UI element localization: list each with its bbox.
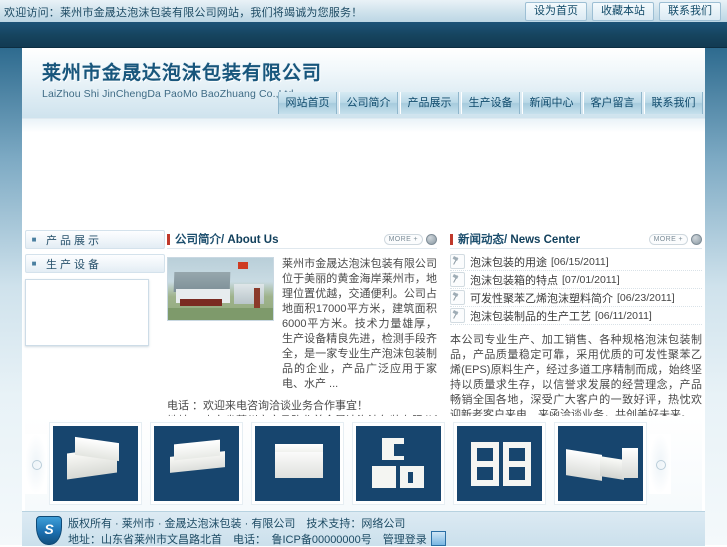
news-description: 本公司专业生产、加工销售、各种规格泡沫包装制品，产品质量稳定可靠，采用优质的可发… [450,334,702,421]
navy-divider-strip [0,22,727,48]
about-panel: 公司简介/ About Us MORE + 莱州市金晟达泡沫包装有限公司位于美丽… [167,230,437,429]
news-list-item[interactable]: 可发性聚苯乙烯泡沫塑料简介 [06/23/2011] [450,289,702,307]
footer-text: 版权所有 · 莱州市 · 金晟达泡沫包装 · 有限公司 技术支持：网络公司 地址… [68,517,697,547]
flag-icon [238,262,248,269]
sidebar-image-box [25,279,149,346]
product-image [154,426,239,501]
product-card[interactable] [49,422,142,505]
photo-post [254,288,260,310]
news-panel-header: 新闻动态/ News Center MORE + [450,230,702,249]
product-carousel [25,416,702,511]
news-item-date: [06/23/2011] [617,291,675,304]
news-title-cn: 新闻动态 [458,234,504,246]
bullet-icon: ■ [31,258,37,268]
nav-item-home[interactable]: 网站首页 [278,92,337,114]
page-background: 莱州市金晟达泡沫包装有限公司 LaiZhou Shi JinChengDa Pa… [0,48,727,546]
news-item-title: 泡沫包装制品的生产工艺 [470,310,591,323]
news-panel: 新闻动态/ News Center MORE + 泡沫包装的用途 [06/15/… [450,230,702,423]
about-more-button[interactable]: MORE + [383,233,437,245]
logo-pinyin-name: LaiZhou Shi JinChengDa PaoMo BaoZhuang C… [42,88,297,100]
about-title-cn: 公司简介 [175,234,221,246]
sidebar-item-label: 生产设备 [46,258,102,271]
add-favorite-button[interactable]: 收藏本站 [592,2,654,21]
banner-area [22,118,705,231]
news-list: 泡沫包装的用途 [06/15/2011] 泡沫包装箱的特点 [07/01/201… [450,253,702,325]
content-area: ■ 产品展示 ■ 生产设备 公司简介/ About Us MORE + 莱州市金… [22,230,705,427]
about-body: 莱州市金晟达泡沫包装有限公司位于美丽的黄金海岸莱州市，地理位置优越，交通便利。公… [167,257,437,392]
accent-bar [167,233,170,245]
footer-icp-text: 地址：山东省莱州市文昌路北首 电话： 鲁ICP备00000000号 管理登录 [68,534,427,546]
welcome-text: 欢迎访问：莱州市金晟达泡沫包装有限公司网站，我们将竭诚为您服务！ [4,7,363,19]
carousel-next-button[interactable] [649,433,671,494]
news-item-date: [06/11/2011] [595,309,652,322]
product-image [457,426,542,501]
sidebar-item-label: 产品展示 [46,234,102,247]
contact-us-button[interactable]: 联系我们 [659,2,721,21]
news-list-item[interactable]: 泡沫包装的用途 [06/15/2011] [450,253,702,271]
police-badge-icon[interactable] [430,531,446,546]
footer-copyright: 版权所有 · 莱州市 · 金晟达泡沫包装 · 有限公司 技术支持：网络公司 [68,518,406,530]
top-utility-bar: 欢迎访问：莱州市金晟达泡沫包装有限公司网站，我们将竭诚为您服务！ 设为首页 收藏… [0,0,727,23]
product-image [255,426,340,501]
page-container: 莱州市金晟达泡沫包装有限公司 LaiZhou Shi JinChengDa Pa… [22,48,705,546]
news-list-item[interactable]: 泡沫包装箱的特点 [07/01/2011] [450,271,702,289]
product-image [356,426,441,501]
product-list [47,422,649,505]
factory-photo [167,257,274,321]
about-title-en: About Us [227,234,279,246]
more-label: MORE + [383,233,423,245]
site-logo[interactable]: 莱州市金晟达泡沫包装有限公司 LaiZhou Shi JinChengDa Pa… [42,58,323,100]
logo-chinese-name: 莱州市金晟达泡沫包装有限公司 [42,62,323,84]
news-list-item[interactable]: 泡沫包装制品的生产工艺 [06/11/2011] [450,307,702,325]
nav-item-guestbook[interactable]: 客户留言 [583,92,642,114]
news-more-button[interactable]: MORE + [648,233,702,245]
carousel-prev-button[interactable] [25,433,47,494]
shield-icon [36,516,62,545]
site-header: 莱州市金晟达泡沫包装有限公司 LaiZhou Shi JinChengDa Pa… [22,48,705,118]
news-item-title: 泡沫包装的用途 [470,256,547,269]
sidebar-item-equipment[interactable]: ■ 生产设备 [25,254,165,273]
product-image [558,426,643,501]
more-label: MORE + [648,233,688,245]
site-footer: 版权所有 · 莱州市 · 金晟达泡沫包装 · 有限公司 技术支持：网络公司 地址… [22,511,705,546]
main-navigation: 网站首页 公司简介 产品展示 生产设备 新闻中心 客户留言 联系我们 [278,92,703,114]
pin-icon [450,308,465,323]
news-item-title: 泡沫包装箱的特点 [470,274,558,287]
photo-sign [180,299,222,306]
top-links: 设为首页 收藏本站 联系我们 [525,2,721,21]
photo-ground [168,308,273,320]
about-text: 莱州市金晟达泡沫包装有限公司位于美丽的黄金海岸莱州市，地理位置优越，交通便利。公… [282,258,437,390]
news-title-en: News Center [510,234,581,246]
about-panel-header: 公司简介/ About Us MORE + [167,230,437,249]
sidebar-item-products[interactable]: ■ 产品展示 [25,230,165,249]
news-item-title: 可发性聚苯乙烯泡沫塑料简介 [470,292,613,305]
sidebar: ■ 产品展示 ■ 生产设备 [25,230,165,346]
nav-item-products[interactable]: 产品展示 [400,92,459,114]
news-item-date: [06/15/2011] [551,255,609,268]
product-image [53,426,138,501]
pin-icon [450,290,465,305]
about-panel-title: 公司简介/ About Us [175,231,279,247]
nav-item-news[interactable]: 新闻中心 [522,92,581,114]
product-card[interactable] [453,422,546,505]
nav-item-contact[interactable]: 联系我们 [644,92,703,114]
accent-bar [450,233,453,245]
nav-item-about[interactable]: 公司简介 [339,92,398,114]
product-card[interactable] [251,422,344,505]
product-card[interactable] [554,422,647,505]
pin-icon [450,254,465,269]
news-item-date: [07/01/2011] [562,273,620,286]
news-panel-title: 新闻动态/ News Center [458,231,580,247]
contact-phone-line: 电话 ：欢迎来电咨询洽谈业务合作事宜！ [167,400,369,412]
more-dot-icon [426,233,437,245]
product-card[interactable] [150,422,243,505]
nav-item-equipment[interactable]: 生产设备 [461,92,520,114]
set-homepage-button[interactable]: 设为首页 [525,2,587,21]
bullet-icon: ■ [31,234,37,244]
more-dot-icon [691,233,702,245]
product-card[interactable] [352,422,445,505]
pin-icon [450,272,465,287]
